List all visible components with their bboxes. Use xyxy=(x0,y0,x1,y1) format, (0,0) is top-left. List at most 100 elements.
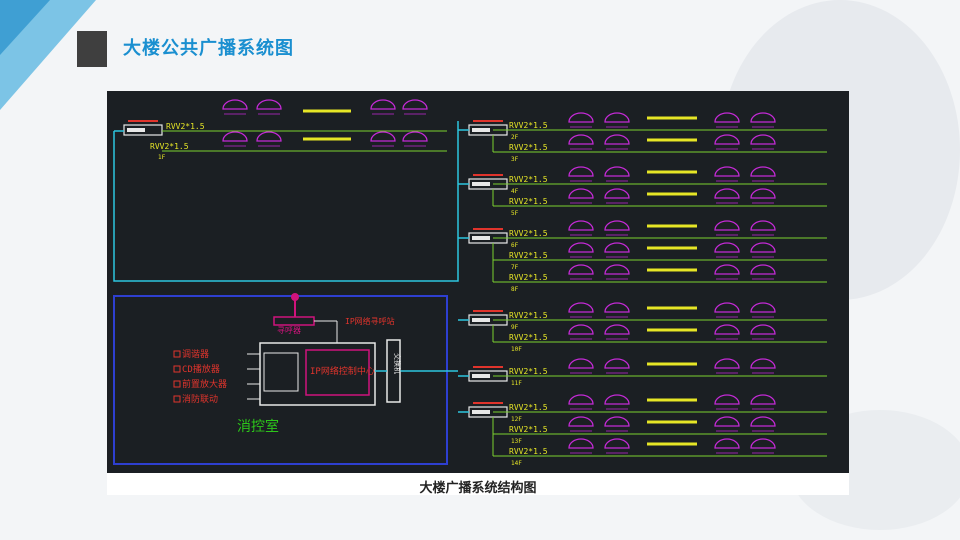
speaker-icon xyxy=(370,99,396,110)
cable-spec: RVV2*1.5 xyxy=(509,367,548,376)
speaker-icon xyxy=(568,438,594,449)
amplifier-panel xyxy=(127,128,145,132)
floor-label: 10F xyxy=(511,346,522,353)
speaker-icon xyxy=(750,166,776,177)
cable-spec: RVV2*1.5 xyxy=(509,311,548,320)
amplifier-panel xyxy=(472,128,490,132)
cable-spec: RVV2*1.5 xyxy=(166,122,205,131)
floor-label: 3F xyxy=(511,156,519,163)
floor-label: 13F xyxy=(511,438,522,445)
source-label: 消防联动 xyxy=(182,393,218,405)
speaker-icon xyxy=(714,416,740,427)
cable-spec: RVV2*1.5 xyxy=(509,333,548,342)
speaker-icon xyxy=(402,99,428,110)
speaker-icon xyxy=(604,416,630,427)
speaker-icon xyxy=(568,112,594,123)
source-label: 前置放大器 xyxy=(182,378,227,390)
speaker-icon xyxy=(714,134,740,145)
floor-label: 6F xyxy=(511,242,519,249)
speaker-icon xyxy=(604,134,630,145)
speaker-icon xyxy=(604,166,630,177)
cable-spec: RVV2*1.5 xyxy=(509,143,548,152)
speaker-icon xyxy=(568,416,594,427)
speaker-icon xyxy=(604,220,630,231)
source-icon xyxy=(173,395,181,403)
speaker-icon xyxy=(568,324,594,335)
speaker-icon xyxy=(568,242,594,253)
speaker-icon xyxy=(568,134,594,145)
floor-label: 14F xyxy=(511,460,522,467)
speaker-icon xyxy=(714,394,740,405)
amplifier-panel xyxy=(472,182,490,186)
speaker-icon xyxy=(604,358,630,369)
speaker-icon xyxy=(750,242,776,253)
speaker-icon xyxy=(604,302,630,313)
speaker-icon xyxy=(568,394,594,405)
switch-label: 交换机 xyxy=(393,353,402,374)
source-icon xyxy=(173,350,181,358)
speaker-icon xyxy=(750,394,776,405)
diagram-caption: 大楼广播系统结构图 xyxy=(419,481,537,496)
speaker-icon xyxy=(750,358,776,369)
floor-label: 9F xyxy=(511,324,519,331)
title-marker-square xyxy=(77,31,107,67)
speaker-icon xyxy=(222,131,248,142)
cad-drawing: RVV2*1.5 RVV2*1.5 1F RVV2*1.5 2F RVV2*1.5 3F RV… xyxy=(113,99,827,467)
speaker-icon xyxy=(568,358,594,369)
speaker-icon xyxy=(714,220,740,231)
floor-label: 4F xyxy=(511,188,519,195)
speaker-icon xyxy=(604,242,630,253)
amplifier-panel xyxy=(472,236,490,240)
call-station-body xyxy=(273,316,315,326)
cable-spec: RVV2*1.5 xyxy=(509,175,548,184)
speaker-icon xyxy=(714,358,740,369)
cable-spec: RVV2*1.5 xyxy=(509,403,548,412)
dynamic-layer: RVV2*1.5 RVV2*1.5 1F RVV2*1.5 2F RVV2*1.5 3F RV… xyxy=(114,99,827,467)
floor-label: 12F xyxy=(511,416,522,423)
call-station-mic-head xyxy=(291,293,299,301)
controller-panel xyxy=(263,352,299,392)
source-icon xyxy=(173,365,181,373)
speaker-icon xyxy=(750,264,776,275)
speaker-icon xyxy=(714,264,740,275)
speaker-icon xyxy=(714,438,740,449)
speaker-icon xyxy=(604,324,630,335)
speaker-icon xyxy=(604,188,630,199)
speaker-icon xyxy=(568,166,594,177)
cable-spec: RVV2*1.5 xyxy=(150,142,189,151)
call-link-label: IP网络寻呼站 xyxy=(345,316,395,326)
floor-label: 1F xyxy=(158,154,166,161)
cable-spec: RVV2*1.5 xyxy=(509,229,548,238)
slide-title: 大楼公共广播系统图 xyxy=(123,38,294,59)
speaker-icon xyxy=(402,131,428,142)
speaker-icon xyxy=(750,134,776,145)
amplifier-panel xyxy=(472,374,490,378)
floor-label: 2F xyxy=(511,134,519,141)
control-room-label: 消控室 xyxy=(237,418,279,435)
speaker-icon xyxy=(714,242,740,253)
amplifier-panel xyxy=(472,318,490,322)
speaker-icon xyxy=(568,188,594,199)
speaker-icon xyxy=(714,188,740,199)
amplifier-panel xyxy=(472,410,490,414)
cable-spec: RVV2*1.5 xyxy=(509,197,548,206)
speaker-icon xyxy=(750,220,776,231)
cable-spec: RVV2*1.5 xyxy=(509,425,548,434)
cad-diagram: RVV2*1.5 RVV2*1.5 1F RVV2*1.5 2F RVV2*1.5 3F RV… xyxy=(107,91,849,496)
speaker-icon xyxy=(256,99,282,110)
speaker-icon xyxy=(750,416,776,427)
speaker-icon xyxy=(750,112,776,123)
speaker-icon xyxy=(370,131,396,142)
floor-label: 7F xyxy=(511,264,519,271)
speaker-icon xyxy=(568,264,594,275)
speaker-icon xyxy=(750,302,776,313)
speaker-icon xyxy=(714,324,740,335)
speaker-icon xyxy=(568,220,594,231)
speaker-icon xyxy=(750,188,776,199)
speaker-icon xyxy=(714,166,740,177)
speaker-icon xyxy=(604,264,630,275)
speaker-icon xyxy=(568,302,594,313)
system-core xyxy=(113,121,459,465)
speaker-icon xyxy=(714,112,740,123)
speaker-icon xyxy=(750,324,776,335)
